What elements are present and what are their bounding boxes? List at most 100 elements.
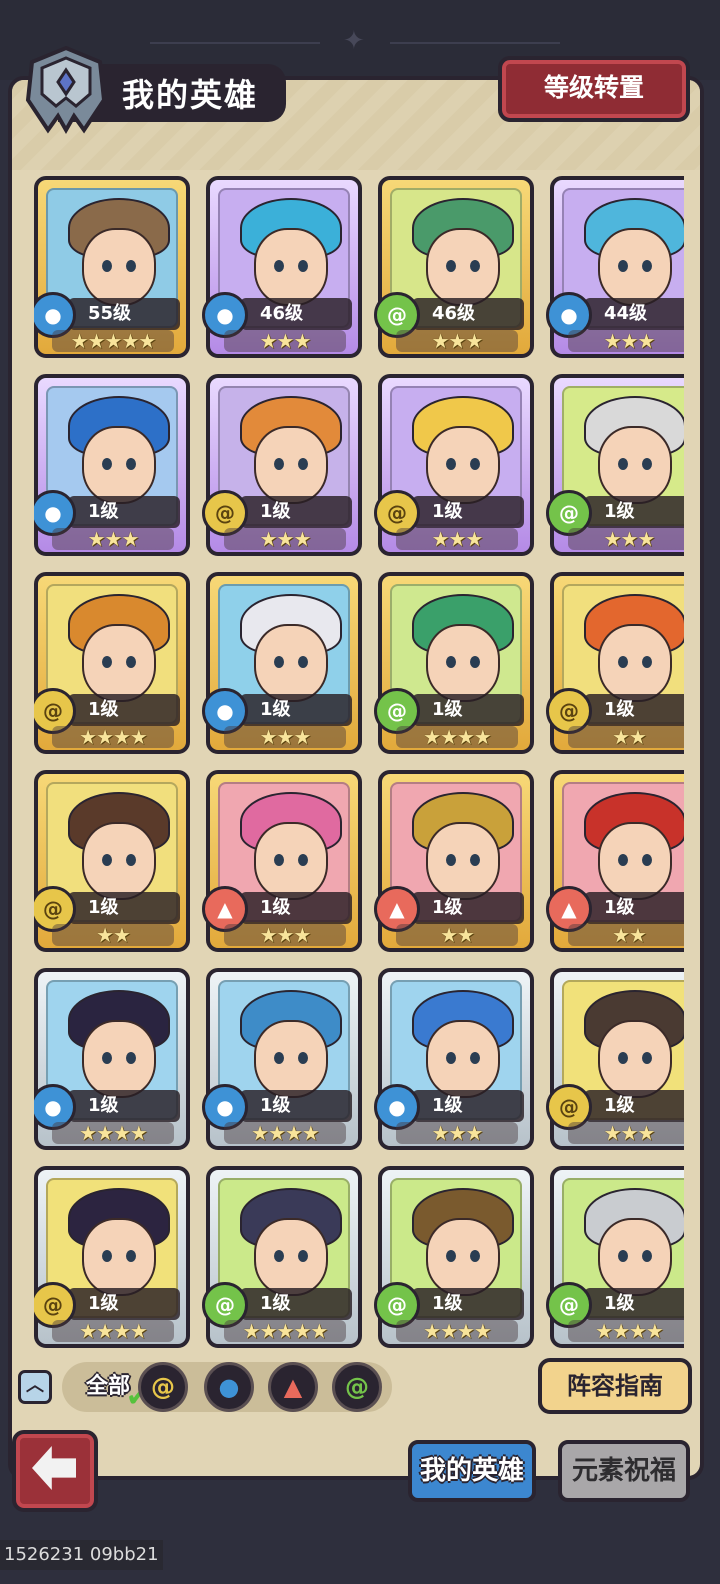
lineup-guide-button[interactable]: 阵容指南: [538, 1358, 692, 1414]
hero-card[interactable]: 1级 @ ★★★★: [546, 1166, 684, 1348]
hero-card[interactable]: 1级 @ ★★★★: [374, 1166, 534, 1348]
star-rating: ★★★: [52, 528, 174, 550]
level-bar: [68, 1090, 180, 1122]
hero-eye: [274, 458, 284, 470]
hero-card[interactable]: 1级 ● ★★★: [374, 968, 534, 1150]
hero-level: 1级: [604, 897, 635, 918]
hero-card[interactable]: 46级 ● ★★★: [202, 176, 362, 358]
hero-face: [254, 426, 328, 504]
hero-card[interactable]: 46级 @ ★★★: [374, 176, 534, 358]
hero-level: 1级: [604, 1095, 635, 1116]
hero-eye: [618, 656, 628, 668]
hero-eye: [618, 260, 628, 272]
hero-card[interactable]: 1级 @ ★★★: [374, 374, 534, 556]
hero-eye: [446, 656, 456, 668]
level-transfer-button[interactable]: 等级转置: [498, 56, 690, 122]
hero-eye: [298, 854, 308, 866]
hero-level: 1级: [88, 699, 119, 720]
hero-card[interactable]: 1级 ● ★★★★: [202, 968, 362, 1150]
hero-eye: [470, 1052, 480, 1064]
hero-level: 55级: [88, 303, 132, 324]
hero-card[interactable]: 1级 ▲ ★★: [546, 770, 684, 952]
star-rating: ★★★: [224, 528, 346, 550]
hero-card[interactable]: 1级 @ ★★★★★: [202, 1166, 362, 1348]
hero-eye: [274, 854, 284, 866]
hero-eye: [102, 656, 112, 668]
hero-face: [426, 1020, 500, 1098]
hero-eye: [642, 260, 652, 272]
hero-level: 1级: [260, 1293, 291, 1314]
hero-card[interactable]: 1级 ● ★★★: [202, 572, 362, 754]
hero-face: [598, 822, 672, 900]
level-bar: [68, 496, 180, 528]
star-rating: ★★★: [396, 1122, 518, 1144]
hero-level: 1级: [260, 897, 291, 918]
hero-card[interactable]: 1级 @ ★★★★: [34, 572, 190, 754]
star-rating: ★★★: [224, 924, 346, 946]
hero-face: [426, 822, 500, 900]
hero-eye: [274, 260, 284, 272]
hero-card[interactable]: 1级 ● ★★★★: [34, 968, 190, 1150]
level-bar: [240, 892, 352, 924]
hero-face: [82, 228, 156, 306]
back-button[interactable]: [12, 1430, 98, 1512]
hero-face: [82, 624, 156, 702]
hero-level: 1级: [432, 1095, 463, 1116]
fire-flame-icon[interactable]: ▲: [268, 1362, 318, 1412]
hero-eye: [642, 1250, 652, 1262]
hero-eye: [102, 458, 112, 470]
hero-eye: [446, 1052, 456, 1064]
hero-card[interactable]: 1级 ▲ ★★: [374, 770, 534, 952]
star-rating: ★★★★★: [224, 1320, 346, 1342]
star-rating: ★★★: [224, 330, 346, 352]
hero-face: [254, 624, 328, 702]
decor-line: [390, 42, 560, 44]
hero-card[interactable]: 55级 ● ★★★★★: [34, 176, 190, 358]
hero-eye: [102, 854, 112, 866]
tab-element-blessing[interactable]: 元素祝福: [558, 1440, 690, 1502]
chevron-up-icon[interactable]: ︿: [18, 1370, 52, 1404]
build-watermark: 1526231 09bb21: [0, 1540, 163, 1570]
hero-eye: [298, 656, 308, 668]
wind-swirl-icon[interactable]: @: [332, 1362, 382, 1412]
hero-eye: [102, 1052, 112, 1064]
hero-level: 1级: [88, 501, 119, 522]
level-bar: [68, 694, 180, 726]
hero-eye: [126, 1250, 136, 1262]
hero-card[interactable]: 1级 @ ★★★★: [374, 572, 534, 754]
hero-eye: [298, 458, 308, 470]
hero-level: 46级: [432, 303, 476, 324]
element-filter-bar: ︿ 全部 ✔ @ ● ▲ @: [14, 1358, 394, 1416]
hero-level: 1级: [260, 699, 291, 720]
hero-eye: [618, 1250, 628, 1262]
star-rating: ★★★: [568, 528, 684, 550]
hero-face: [254, 1218, 328, 1296]
hero-card[interactable]: 1级 @ ★★★: [546, 968, 684, 1150]
hero-face: [598, 228, 672, 306]
hero-eye: [446, 1250, 456, 1262]
hero-card[interactable]: 1级 @ ★★★: [202, 374, 362, 556]
hero-card[interactable]: 1级 @ ★★★★: [34, 1166, 190, 1348]
level-bar: [240, 694, 352, 726]
hero-level: 1级: [604, 1293, 635, 1314]
hero-eye: [446, 854, 456, 866]
hero-card[interactable]: 1级 @ ★★★: [546, 374, 684, 556]
hero-eye: [298, 1052, 308, 1064]
hero-grid-scroll[interactable]: 55级 ● ★★★★★ 46级 ● ★★★ 46级 @ ★★★ 44级 ● ★★★ 1级 ● ★★★ 1级 @ ★…: [34, 176, 684, 1424]
hero-card[interactable]: 1级 ▲ ★★★: [202, 770, 362, 952]
hero-level: 1级: [88, 1095, 119, 1116]
back-arrow-icon: [32, 1446, 76, 1490]
hero-eye: [642, 656, 652, 668]
level-bar: [240, 496, 352, 528]
hero-face: [254, 822, 328, 900]
hero-panel: 55级 ● ★★★★★ 46级 ● ★★★ 46级 @ ★★★ 44级 ● ★★★ 1级 ● ★★★ 1级 @ ★…: [8, 76, 704, 1480]
water-drop-icon[interactable]: ●: [204, 1362, 254, 1412]
decor-star-icon: ✦: [343, 26, 365, 56]
tab-my-heroes[interactable]: 我的英雄: [408, 1440, 536, 1502]
earth-swirl-icon[interactable]: @: [138, 1362, 188, 1412]
hero-card[interactable]: 1级 ● ★★★: [34, 374, 190, 556]
hero-card[interactable]: 44级 ● ★★★: [546, 176, 684, 358]
hero-level: 46级: [260, 303, 304, 324]
hero-card[interactable]: 1级 @ ★★: [546, 572, 684, 754]
hero-card[interactable]: 1级 @ ★★: [34, 770, 190, 952]
